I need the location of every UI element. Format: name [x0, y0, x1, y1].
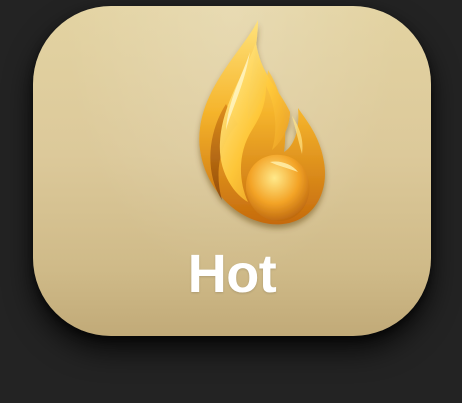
flame-icon: [199, 20, 325, 225]
hot-category-tile[interactable]: Hot: [33, 6, 431, 336]
tile-label: Hot: [187, 244, 277, 304]
